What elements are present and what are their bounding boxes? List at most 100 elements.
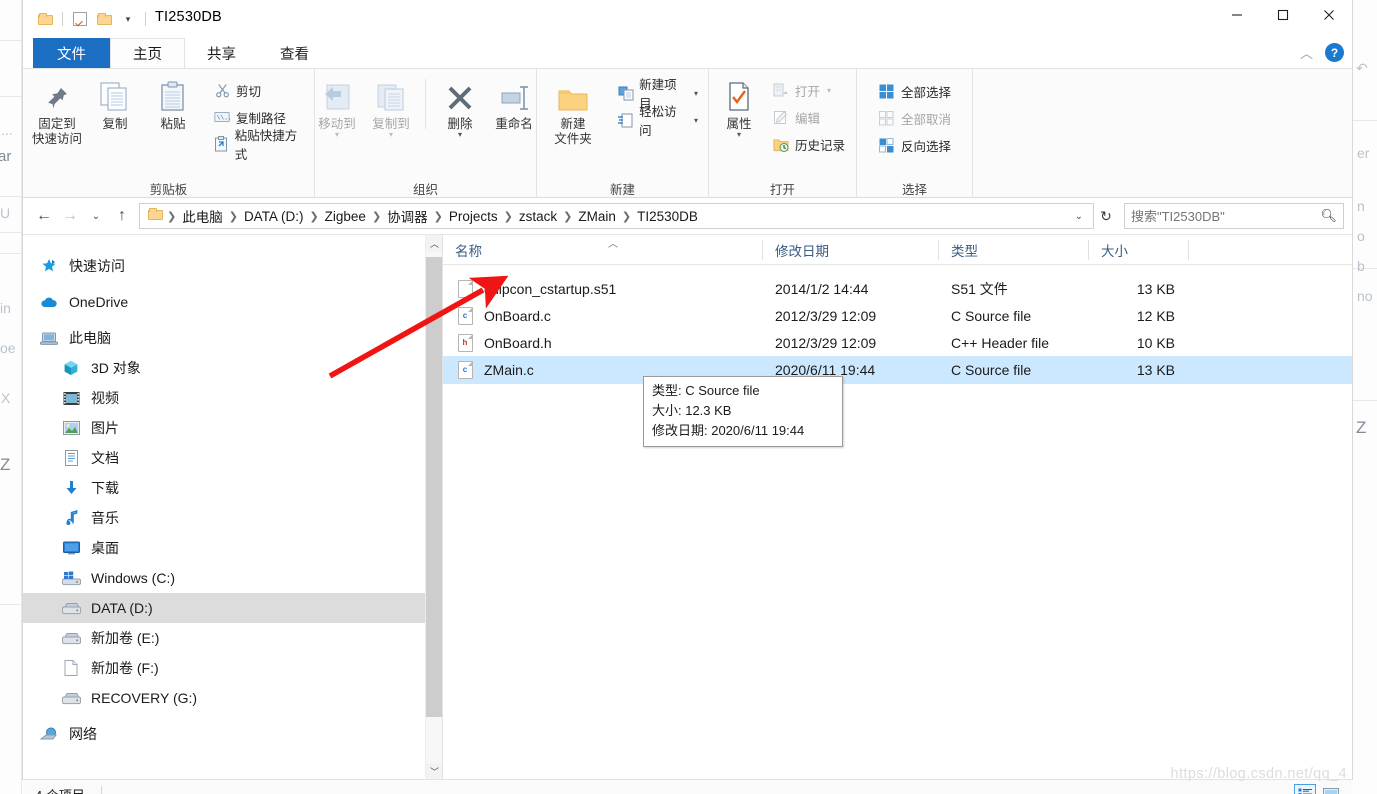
column-header-size[interactable]: 大小 — [1089, 235, 1189, 265]
sidebar-item-desktop[interactable]: 桌面 — [23, 533, 442, 563]
scrollbar-thumb[interactable] — [426, 257, 442, 717]
drive-icon — [59, 692, 83, 705]
address-input[interactable]: ❯ 此电脑 ❯ DATA (D:) ❯ Zigbee ❯ 协调器 ❯ Proje… — [139, 203, 1094, 229]
sidebar-item-windows-c[interactable]: Windows (C:) — [23, 563, 442, 593]
file-date: 2012/3/29 12:09 — [775, 334, 877, 351]
history-button[interactable]: 历史记录 — [768, 132, 849, 156]
h-file-icon: h — [455, 333, 475, 352]
chevron-down-icon[interactable]: ⌄ — [1069, 211, 1089, 222]
table-row[interactable]: h OnBoard.h 2012/3/29 12:09 C++ Header f… — [443, 329, 1352, 356]
back-button[interactable]: ← — [31, 203, 57, 229]
column-header-name[interactable]: 名称 ︿ — [443, 235, 763, 265]
checkbox-icon[interactable] — [68, 8, 92, 30]
rename-button[interactable]: 重命名 — [488, 75, 540, 132]
chevron-down-icon[interactable]: ▾ — [116, 8, 140, 30]
sidebar-item-recovery-g[interactable]: RECOVERY (G:) — [23, 683, 442, 713]
c-file-icon: c — [455, 306, 475, 325]
search-icon[interactable]: 🔍︎ — [1320, 208, 1337, 224]
select-none-label: 全部取消 — [900, 112, 951, 127]
refresh-icon[interactable]: ↻ — [1094, 203, 1118, 229]
address-bar: ← → ⌄ ↑ ❯ 此电脑 ❯ DATA (D:) ❯ Zigbee ❯ 协调器… — [23, 198, 1352, 234]
thumbnail-view-icon[interactable] — [1320, 784, 1342, 794]
select-all-button[interactable]: 全部选择 — [874, 79, 955, 103]
sidebar-item-documents[interactable]: 文档 — [23, 443, 442, 473]
table-row[interactable]: c ZMain.c 2020/6/11 19:44 C Source file … — [443, 356, 1352, 384]
quick-access-toolbar[interactable]: ▾ — [33, 8, 151, 30]
pin-to-quick-access-button[interactable]: 固定到 快速访问 — [29, 75, 85, 147]
sidebar-item-volume-e[interactable]: 新加卷 (E:) — [23, 623, 442, 653]
breadcrumb-item[interactable]: zstack — [515, 207, 561, 226]
sidebar-item-label: 图片 — [91, 420, 119, 436]
file-name: chipcon_cstartup.s51 — [484, 280, 617, 297]
ribbon-group-label-clipboard: 剪贴板 — [149, 182, 188, 197]
tab-file[interactable]: 文件 — [33, 38, 110, 68]
open-button[interactable]: 打开 ▾ — [768, 78, 849, 102]
sidebar-item-data-d[interactable]: DATA (D:) — [23, 593, 442, 623]
sidebar-item-quick-access[interactable]: 快速访问 — [23, 251, 442, 281]
folder-icon[interactable] — [92, 8, 116, 30]
recent-locations-button[interactable]: ⌄ — [83, 203, 109, 229]
breadcrumb-item[interactable]: 此电脑 — [178, 204, 227, 228]
invert-selection-icon — [878, 136, 896, 154]
open-label: 打开 — [794, 84, 820, 99]
paste-button[interactable]: 粘贴 — [145, 75, 201, 132]
maximize-icon[interactable] — [1260, 0, 1306, 30]
breadcrumb-item[interactable]: Projects — [445, 207, 502, 226]
close-icon[interactable] — [1306, 0, 1352, 30]
sidebar-item-volume-f[interactable]: 新加卷 (F:) — [23, 653, 442, 683]
easy-access-button[interactable]: 轻松访问 ▾ — [613, 105, 702, 138]
breadcrumb-item[interactable]: DATA (D:) — [240, 207, 308, 226]
navigation-scrollbar[interactable]: ︿ ﹀ — [425, 235, 442, 779]
move-to-button[interactable]: 移动到 ▾ — [311, 75, 363, 139]
new-item-icon — [617, 84, 634, 102]
breadcrumb-item[interactable]: Zigbee — [321, 207, 370, 226]
delete-button[interactable]: 删除 ▾ — [434, 75, 486, 139]
tab-share[interactable]: 共享 — [185, 38, 258, 68]
sidebar-item-downloads[interactable]: 下载 — [23, 473, 442, 503]
table-row[interactable]: chipcon_cstartup.s51 2014/1/2 14:44 S51 … — [443, 275, 1352, 302]
chevron-up-icon[interactable]: ︿ — [1300, 43, 1313, 62]
forward-button[interactable]: → — [57, 203, 83, 229]
properties-button[interactable]: 属性 ▾ — [716, 75, 762, 139]
column-header-date[interactable]: 修改日期 — [763, 235, 939, 265]
invert-selection-button[interactable]: 反向选择 — [874, 133, 955, 157]
cut-button[interactable]: 剪切 — [209, 78, 308, 102]
file-name: OnBoard.c — [484, 307, 551, 324]
breadcrumb-item[interactable]: ZMain — [574, 207, 620, 226]
breadcrumb-item[interactable]: TI2530DB — [633, 207, 702, 226]
sidebar-item-pictures[interactable]: 图片 — [23, 413, 442, 443]
select-none-button[interactable]: 全部取消 — [874, 106, 955, 130]
sidebar-item-this-pc[interactable]: 此电脑 — [23, 323, 442, 353]
scroll-down-button[interactable]: ﹀ — [426, 763, 442, 779]
paste-icon — [159, 79, 187, 113]
new-folder-button[interactable]: 新建 文件夹 — [543, 75, 603, 147]
folder-icon[interactable] — [33, 8, 57, 30]
help-icon[interactable]: ? — [1325, 43, 1344, 62]
sidebar-item-onedrive[interactable]: OneDrive — [23, 287, 442, 317]
scroll-up-button[interactable]: ︿ — [426, 235, 442, 252]
folder-icon — [148, 207, 163, 225]
search-input[interactable] — [1131, 208, 1321, 224]
sidebar-item-network[interactable]: 网络 — [23, 719, 442, 749]
tab-view[interactable]: 查看 — [258, 38, 331, 68]
copy-to-button[interactable]: 复制到 ▾ — [365, 75, 417, 139]
divider — [62, 12, 63, 26]
copy-button[interactable]: 复制 — [87, 75, 143, 132]
sidebar-item-music[interactable]: 音乐 — [23, 503, 442, 533]
column-header-type[interactable]: 类型 — [939, 235, 1089, 265]
history-label: 历史记录 — [794, 138, 845, 153]
sidebar-item-3d-objects[interactable]: 3D 对象 — [23, 353, 442, 383]
edit-label: 编辑 — [794, 111, 820, 126]
sidebar-item-videos[interactable]: 视频 — [23, 383, 442, 413]
tab-home[interactable]: 主页 — [110, 38, 185, 68]
paste-shortcut-label: 粘贴快捷方式 — [234, 129, 298, 162]
minimize-icon[interactable] — [1214, 0, 1260, 30]
search-box[interactable]: 🔍︎ — [1124, 203, 1344, 229]
breadcrumb-item[interactable]: 协调器 — [383, 204, 432, 228]
details-view-icon[interactable] — [1294, 784, 1316, 794]
edit-button[interactable]: 编辑 — [768, 105, 849, 129]
status-bar: 4 个项目 — [23, 779, 1352, 794]
up-button[interactable]: ↑ — [109, 203, 135, 229]
paste-shortcut-button[interactable]: 粘贴快捷方式 — [209, 129, 308, 162]
table-row[interactable]: c OnBoard.c 2012/3/29 12:09 C Source fil… — [443, 302, 1352, 329]
